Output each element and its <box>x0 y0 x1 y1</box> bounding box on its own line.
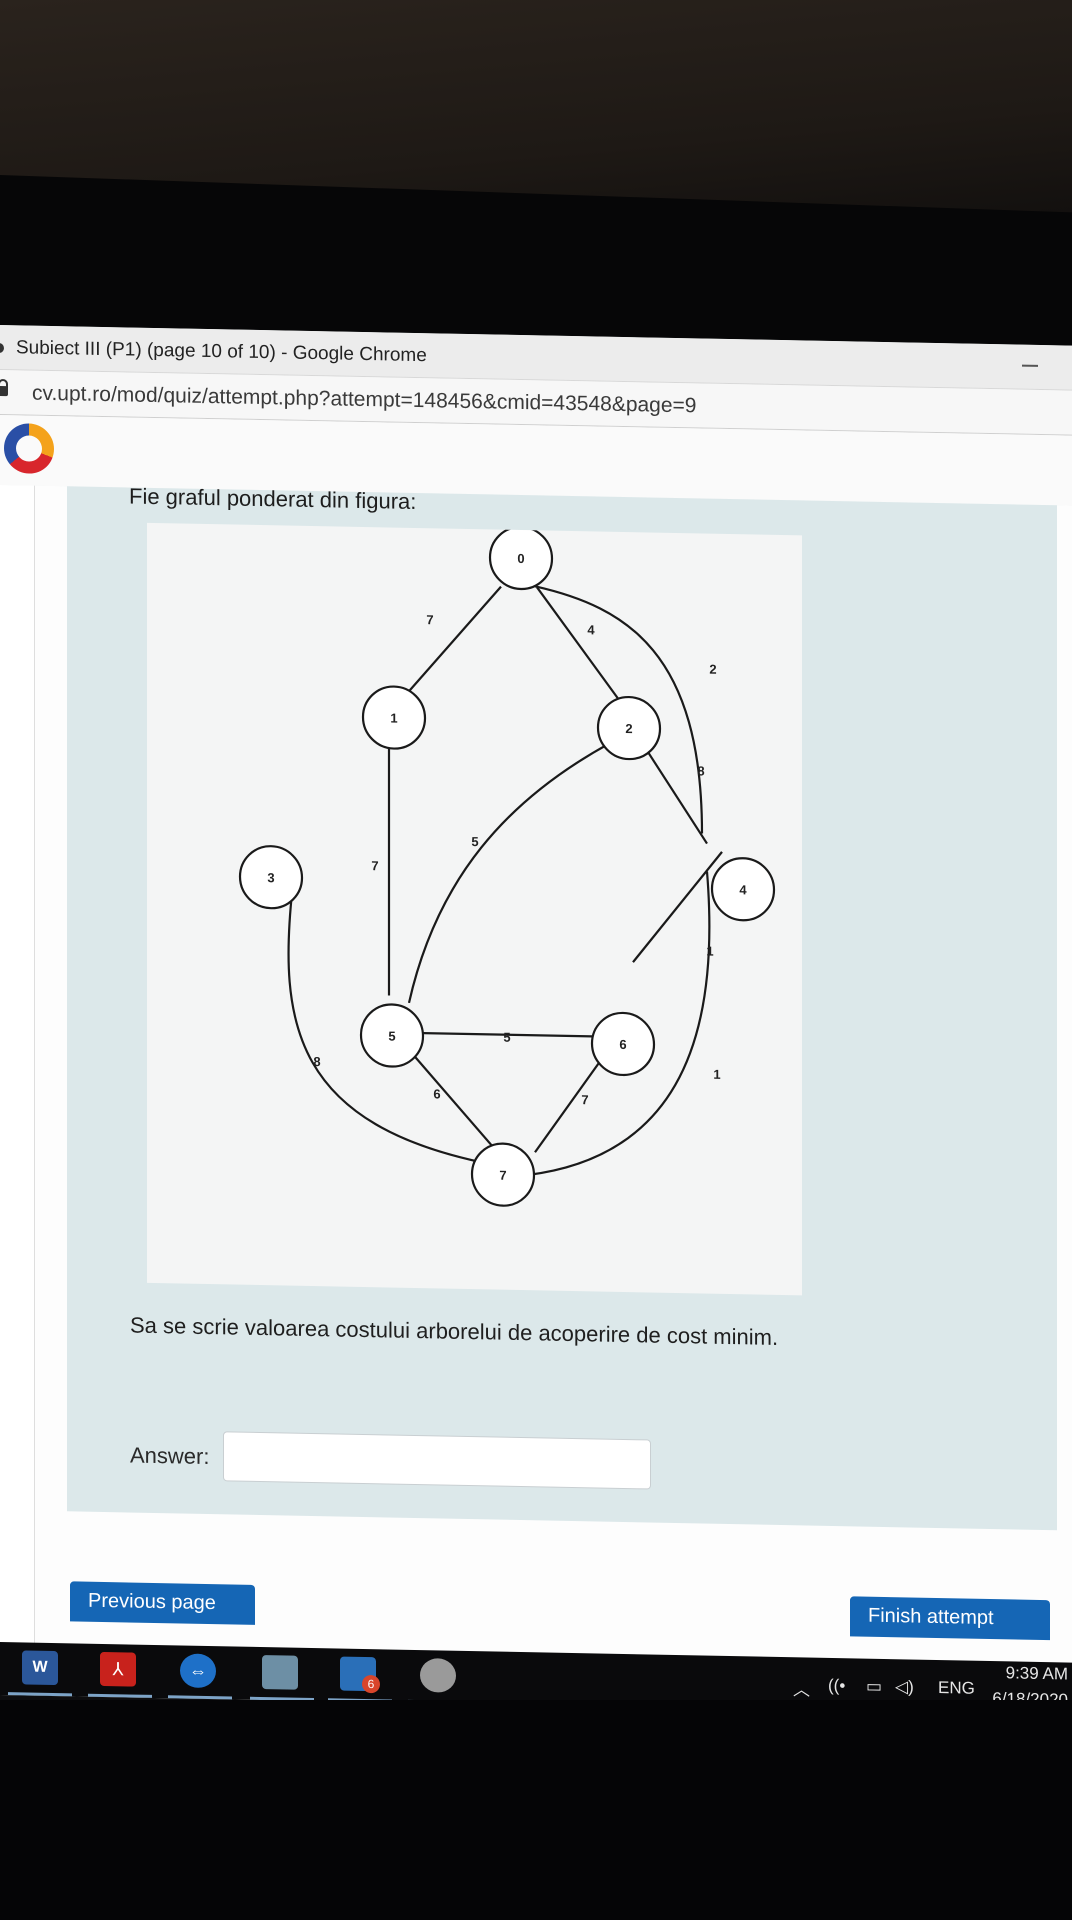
graph-figure: 7 4 2 8 5 7 1 1 5 6 7 8 0 1 2 3 4 5 6 7 <box>147 522 802 1296</box>
graph-node-label-2: 2 <box>625 721 632 736</box>
edge-weight-2-4: 8 <box>697 763 704 778</box>
edge-weight-0-4: 2 <box>709 662 716 677</box>
edge-weight-0-2: 4 <box>587 622 595 637</box>
edge-0-2 <box>536 586 620 701</box>
monitor-base <box>0 1700 1072 1920</box>
lock-icon <box>0 385 8 397</box>
graph-node-label-6: 6 <box>619 1037 626 1052</box>
notes-app-icon[interactable] <box>262 1655 298 1690</box>
volume-icon[interactable]: ◁) <box>895 1677 914 1697</box>
edge-weight-2-5: 5 <box>471 834 478 849</box>
language-indicator[interactable]: ENG <box>938 1678 975 1699</box>
chevron-up-icon[interactable]: ︿ <box>793 1675 810 1700</box>
chrome-icon <box>0 342 4 354</box>
finish-attempt-button[interactable]: Finish attempt <box>850 1596 1050 1641</box>
word-icon[interactable]: W <box>22 1650 58 1686</box>
edge-weight-3-7: 8 <box>313 1054 320 1069</box>
answer-label: Answer: <box>130 1442 210 1470</box>
graph-node-label-7: 7 <box>499 1168 506 1183</box>
graph-node-label-4: 4 <box>739 882 747 897</box>
edge-weight-5-6: 5 <box>503 1030 510 1045</box>
wifi-icon[interactable]: ((• <box>828 1676 845 1696</box>
edge-5-7 <box>408 1049 498 1153</box>
edge-6-7 <box>534 1051 608 1153</box>
word-active-indicator <box>8 1692 72 1697</box>
edge-5-6 <box>417 1031 605 1038</box>
edge-2-5 <box>407 742 610 1004</box>
site-logo[interactable] <box>4 423 54 475</box>
url-text[interactable]: cv.upt.ro/mod/quiz/attempt.php?attempt=1… <box>32 382 696 419</box>
edge-weight-0-1: 7 <box>426 612 433 627</box>
graph-node-label-1: 1 <box>390 710 397 725</box>
edge-weight-4-7: 1 <box>713 1067 720 1082</box>
teamviewer-icon[interactable]: ⇔ <box>180 1653 216 1689</box>
acrobat-icon[interactable]: ⅄ <box>100 1651 136 1687</box>
graph-svg: 7 4 2 8 5 7 1 1 5 6 7 8 0 1 2 3 4 5 6 7 <box>238 525 776 1207</box>
edge-weight-1-5: 7 <box>371 858 378 873</box>
graph-node-label-5: 5 <box>388 1028 395 1043</box>
edge-weight-4-6: 1 <box>706 944 713 959</box>
minimize-button[interactable] <box>1022 364 1038 367</box>
outlook-icon[interactable]: 6 <box>340 1656 380 1694</box>
edge-weight-5-7: 6 <box>433 1086 440 1101</box>
browser-screen: Subiect III (P1) (page 10 of 10) - Googl… <box>0 325 1072 1716</box>
graph-node-label-0: 0 <box>517 551 524 566</box>
question-prompt: Sa se scrie valoarea costului arborelui … <box>130 1312 779 1350</box>
media-player-icon[interactable] <box>420 1658 456 1693</box>
edge-0-1 <box>404 585 502 697</box>
page-content: Fie graful ponderat din figura: 7 4 2 8 … <box>35 483 1072 1716</box>
battery-icon[interactable]: ▭ <box>866 1677 882 1697</box>
answer-input[interactable] <box>223 1431 651 1490</box>
previous-page-button[interactable]: Previous page <box>70 1581 255 1625</box>
window-title: Subiect III (P1) (page 10 of 10) - Googl… <box>16 337 427 367</box>
notification-badge: 6 <box>362 1674 380 1694</box>
teamviewer-active-indicator <box>168 1695 232 1700</box>
acrobat-active-indicator <box>88 1693 152 1698</box>
question-intro: Fie graful ponderat din figura: <box>129 483 417 514</box>
graph-node-label-3: 3 <box>267 870 274 885</box>
left-drawer <box>0 485 35 1696</box>
edge-weight-6-7: 7 <box>581 1092 588 1107</box>
question-box: Fie graful ponderat din figura: 7 4 2 8 … <box>67 483 1057 1531</box>
clock-time[interactable]: 9:39 AM <box>1006 1663 1068 1684</box>
